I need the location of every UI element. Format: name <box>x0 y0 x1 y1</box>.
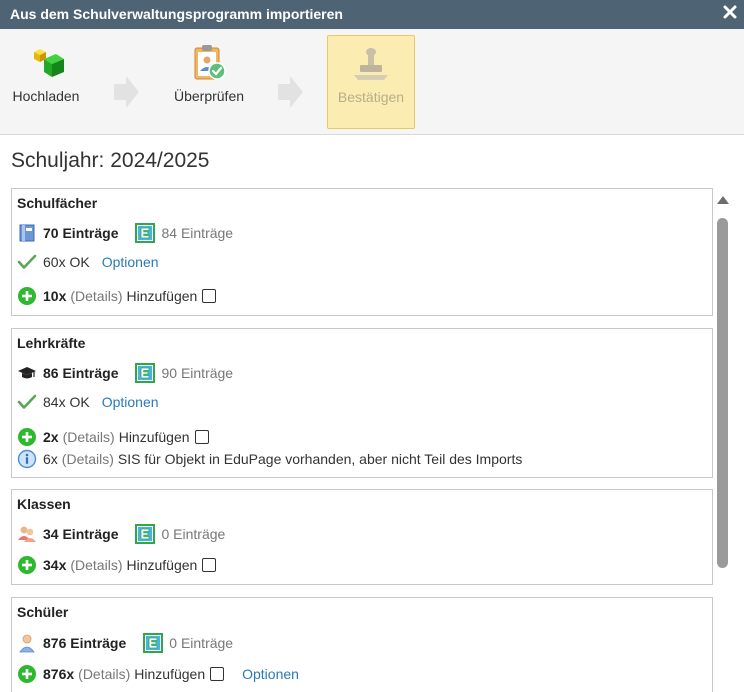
dialog-title: Aus dem Schulverwaltungsprogramm importi… <box>10 6 343 22</box>
ok-count: 60x OK <box>43 254 90 270</box>
details-link[interactable]: (Details) <box>70 557 122 573</box>
dialog-titlebar: Aus dem Schulverwaltungsprogramm importi… <box>0 0 744 29</box>
add-checkbox[interactable] <box>202 558 217 572</box>
ok-row: 84x OK Optionen <box>17 391 159 413</box>
group-icon <box>18 526 36 542</box>
info-text: SIS für Objekt in EduPage vorhanden, abe… <box>117 451 523 467</box>
check-icon <box>17 392 37 412</box>
info-row: 6x (Details) SIS für Objekt in EduPage v… <box>17 448 522 470</box>
source-count: 86 Einträge <box>43 365 119 381</box>
add-count: 34x <box>43 557 67 573</box>
step-label: Bestätigen <box>337 89 405 105</box>
student-icon <box>19 634 35 653</box>
step-confirm[interactable]: Bestätigen <box>327 35 415 129</box>
ok-count: 84x OK <box>43 394 90 410</box>
info-count: 6x <box>43 451 58 467</box>
plus-circle-icon <box>17 286 37 306</box>
entries-row: 34 Einträge 0 Einträge <box>17 523 225 545</box>
stamp-icon <box>354 48 388 80</box>
plus-circle-icon <box>17 427 37 447</box>
add-row: 2x (Details) Hinzufügen <box>17 426 209 448</box>
upload-cubes-icon <box>34 49 64 77</box>
section-teachers: Lehrkräfte 86 Einträge 90 Einträge 84x O… <box>11 328 713 478</box>
add-count: 10x <box>43 288 67 304</box>
add-checkbox[interactable] <box>210 667 225 681</box>
section-title: Schüler <box>17 604 69 620</box>
section-title: Klassen <box>17 496 71 512</box>
scroll-thumb[interactable] <box>717 218 728 568</box>
source-count: 34 Einträge <box>43 526 119 542</box>
info-icon <box>17 449 37 469</box>
section-classes: Klassen 34 Einträge 0 Einträge 34x (Deta… <box>11 489 713 585</box>
details-link[interactable]: (Details) <box>78 666 130 682</box>
add-row: 10x (Details) Hinzufügen <box>17 285 217 307</box>
entries-row: 70 Einträge 84 Einträge <box>17 222 233 244</box>
details-link[interactable]: (Details) <box>62 451 114 467</box>
add-count: 876x <box>43 666 75 682</box>
add-label: Hinzufügen <box>134 666 206 682</box>
add-checkbox[interactable] <box>202 289 217 303</box>
details-link[interactable]: (Details) <box>63 429 115 445</box>
source-count: 876 Einträge <box>43 635 127 651</box>
options-link[interactable]: Optionen <box>102 254 159 270</box>
options-link[interactable]: Optionen <box>102 394 159 410</box>
edupage-icon <box>135 363 155 383</box>
add-row: 34x (Details) Hinzufügen <box>17 554 217 576</box>
edupage-count: 0 Einträge <box>169 635 234 651</box>
entries-row: 876 Einträge 0 Einträge <box>17 632 233 654</box>
edupage-count: 84 Einträge <box>161 225 234 241</box>
add-count: 2x <box>43 429 59 445</box>
plus-circle-icon <box>17 664 37 684</box>
graduation-cap-icon <box>18 367 36 379</box>
step-label: Hochladen <box>12 88 80 104</box>
plus-circle-icon <box>17 555 37 575</box>
check-icon <box>17 252 37 272</box>
source-count: 70 Einträge <box>43 225 119 241</box>
ok-row: 60x OK Optionen <box>17 251 159 273</box>
edupage-icon <box>135 524 155 544</box>
add-label: Hinzufügen <box>126 288 198 304</box>
scroll-up-arrow-icon[interactable] <box>717 196 729 204</box>
edupage-count: 0 Einträge <box>161 526 226 542</box>
add-label: Hinzufügen <box>118 429 190 445</box>
step-label: Überprüfen <box>173 88 245 104</box>
add-row: 876x (Details) Hinzufügen Optionen <box>17 663 299 685</box>
details-link[interactable]: (Details) <box>70 288 122 304</box>
school-year-heading: Schuljahr: 2024/2025 <box>11 149 210 172</box>
book-icon <box>19 224 35 242</box>
section-students: Schüler 876 Einträge 0 Einträge 876x (De… <box>11 597 713 692</box>
section-subjects: Schulfächer 70 Einträge 84 Einträge 60x … <box>11 188 713 316</box>
edupage-icon <box>135 223 155 243</box>
step-upload[interactable]: Hochladen <box>4 35 88 129</box>
arrow-right-icon <box>278 76 303 108</box>
arrow-right-icon <box>114 76 139 108</box>
wizard-steps: Hochladen Überprüfen Bestätigen <box>0 29 744 135</box>
options-link[interactable]: Optionen <box>242 666 299 682</box>
close-icon[interactable] <box>722 4 738 20</box>
add-checkbox[interactable] <box>194 430 209 444</box>
section-title: Schulfächer <box>17 195 98 211</box>
section-title: Lehrkräfte <box>17 335 86 351</box>
edupage-icon <box>143 633 163 653</box>
entries-row: 86 Einträge 90 Einträge <box>17 362 233 384</box>
scrollbar[interactable] <box>715 192 731 692</box>
edupage-count: 90 Einträge <box>161 365 234 381</box>
step-review[interactable]: Überprüfen <box>166 35 252 129</box>
clipboard-check-icon <box>194 45 226 80</box>
add-label: Hinzufügen <box>126 557 198 573</box>
